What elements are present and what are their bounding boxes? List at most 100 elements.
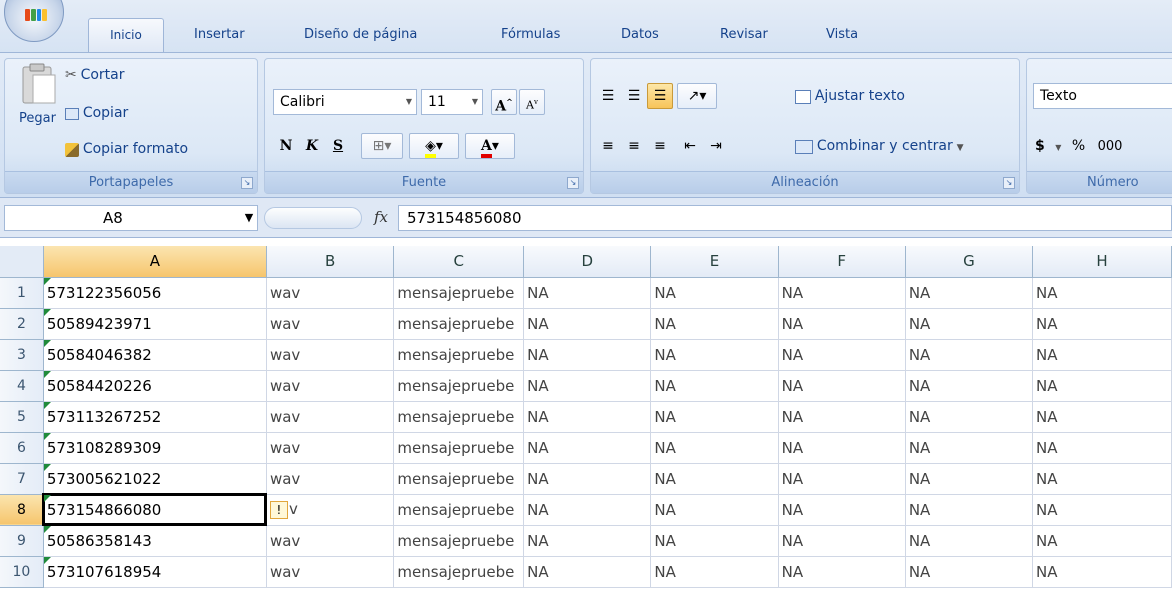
tab-revisar[interactable]: Revisar xyxy=(716,20,772,52)
cell-e[interactable]: NA xyxy=(650,463,779,495)
cell-b[interactable]: wav xyxy=(266,370,395,402)
cell-c[interactable]: mensajepruebe xyxy=(393,432,525,464)
cell-a[interactable]: 573108289309 xyxy=(43,432,267,464)
cell-g[interactable]: NA xyxy=(905,277,1034,309)
cell-b[interactable]: wav xyxy=(266,463,395,495)
cell-a[interactable]: 573005621022 xyxy=(43,463,267,495)
cell-h[interactable]: NA xyxy=(1032,401,1172,433)
column-header-f[interactable]: F xyxy=(778,246,906,278)
cell-f[interactable]: NA xyxy=(778,494,906,526)
cell-c[interactable]: mensajepruebe xyxy=(393,370,525,402)
shrink-font-button[interactable]: Av xyxy=(519,89,545,115)
cell-c[interactable]: mensajepruebe xyxy=(393,463,525,495)
cell-g[interactable]: NA xyxy=(905,432,1034,464)
cell-e[interactable]: NA xyxy=(650,556,779,588)
cell-d[interactable]: NA xyxy=(523,494,652,526)
cell-d[interactable]: NA xyxy=(523,432,652,464)
cell-h[interactable]: NA xyxy=(1032,308,1172,340)
row-header[interactable]: 3 xyxy=(0,339,44,371)
formula-input[interactable]: 573154856080 xyxy=(398,205,1172,231)
merge-center-button[interactable]: Combinar y centrar ▼ xyxy=(795,133,964,159)
column-header-d[interactable]: D xyxy=(523,246,652,278)
cell-d[interactable]: NA xyxy=(523,463,652,495)
column-header-e[interactable]: E xyxy=(650,246,779,278)
cell-e[interactable]: NA xyxy=(650,525,779,557)
format-painter-button[interactable]: Copiar formato xyxy=(65,141,188,165)
cell-g[interactable]: NA xyxy=(905,525,1034,557)
currency-button[interactable]: $ xyxy=(1035,138,1045,154)
percent-button[interactable]: % xyxy=(1072,138,1085,154)
cell-b[interactable]: wav xyxy=(266,556,395,588)
tab-insertar[interactable]: Insertar xyxy=(190,20,249,52)
cell-d[interactable]: NA xyxy=(523,339,652,371)
cell-f[interactable]: NA xyxy=(778,370,906,402)
align-top-button[interactable]: ☰ xyxy=(595,83,621,109)
alignment-launcher-icon[interactable]: ↘ xyxy=(1003,177,1015,189)
cell-d[interactable]: NA xyxy=(523,556,652,588)
cell-a[interactable]: 50584046382 xyxy=(43,339,267,371)
align-bottom-button[interactable]: ☰ xyxy=(647,83,673,109)
row-header[interactable]: 8 xyxy=(0,494,44,526)
align-middle-button[interactable]: ☰ xyxy=(621,83,647,109)
cell-h[interactable]: NA xyxy=(1032,432,1172,464)
tab-formulas[interactable]: Fórmulas xyxy=(497,20,564,52)
cell-b[interactable]: ! v xyxy=(266,494,395,526)
cell-f[interactable]: NA xyxy=(778,277,906,309)
select-all-corner[interactable] xyxy=(0,246,44,278)
column-header-b[interactable]: B xyxy=(266,246,395,278)
orientation-button[interactable]: ↗▾ xyxy=(677,83,717,109)
cell-b[interactable]: wav xyxy=(266,432,395,464)
name-box[interactable]: A8 xyxy=(4,205,258,231)
cell-c[interactable]: mensajepruebe xyxy=(393,277,525,309)
grow-font-button[interactable]: A^ xyxy=(491,89,517,115)
cell-a[interactable]: 50589423971 xyxy=(43,308,267,340)
cell-a[interactable]: 50584420226 xyxy=(43,370,267,402)
increase-indent-button[interactable]: ⇥ xyxy=(703,133,729,159)
cell-c[interactable]: mensajepruebe xyxy=(393,494,525,526)
cell-g[interactable]: NA xyxy=(905,370,1034,402)
cell-f[interactable]: NA xyxy=(778,463,906,495)
cell-h[interactable]: NA xyxy=(1032,463,1172,495)
cell-a[interactable]: 573122356056 xyxy=(43,277,267,309)
font-color-button[interactable]: A▾ xyxy=(465,133,515,159)
cell-f[interactable]: NA xyxy=(778,525,906,557)
align-left-button[interactable]: ≡ xyxy=(595,133,621,159)
wrap-text-button[interactable]: Ajustar texto xyxy=(795,83,905,109)
cell-a[interactable]: 573154866080 xyxy=(42,493,268,526)
decrease-indent-button[interactable]: ⇤ xyxy=(677,133,703,159)
cell-c[interactable]: mensajepruebe xyxy=(393,339,525,371)
error-warning-icon[interactable]: ! xyxy=(269,500,288,519)
font-launcher-icon[interactable]: ↘ xyxy=(567,177,579,189)
tab-diseno-pagina[interactable]: Diseño de página xyxy=(300,20,421,52)
tab-vista[interactable]: Vista xyxy=(822,20,862,52)
cell-e[interactable]: NA xyxy=(650,277,779,309)
cell-f[interactable]: NA xyxy=(778,401,906,433)
row-header[interactable]: 10 xyxy=(0,556,44,588)
cell-a[interactable]: 573113267252 xyxy=(43,401,267,433)
column-header-g[interactable]: G xyxy=(905,246,1034,278)
align-right-button[interactable]: ≡ xyxy=(647,133,673,159)
cell-f[interactable]: NA xyxy=(778,556,906,588)
cell-g[interactable]: NA xyxy=(905,556,1034,588)
cell-f[interactable]: NA xyxy=(778,308,906,340)
borders-button[interactable]: ⊞▾ xyxy=(361,133,403,159)
cell-b[interactable]: wav xyxy=(266,339,395,371)
cell-d[interactable]: NA xyxy=(523,277,652,309)
column-header-c[interactable]: C xyxy=(393,246,525,278)
cell-h[interactable]: NA xyxy=(1032,556,1172,588)
tab-datos[interactable]: Datos xyxy=(617,20,663,52)
cell-g[interactable]: NA xyxy=(905,308,1034,340)
cell-c[interactable]: mensajepruebe xyxy=(393,556,525,588)
cell-e[interactable]: NA xyxy=(650,401,779,433)
cell-c[interactable]: mensajepruebe xyxy=(393,525,525,557)
cell-d[interactable]: NA xyxy=(523,370,652,402)
font-name-select[interactable]: Calibri ▼ xyxy=(273,89,417,115)
cell-e[interactable]: NA xyxy=(650,308,779,340)
cell-h[interactable]: NA xyxy=(1032,339,1172,371)
cell-d[interactable]: NA xyxy=(523,401,652,433)
number-format-select[interactable]: Texto xyxy=(1033,83,1172,109)
fill-color-button[interactable]: ◈▾ xyxy=(409,133,459,159)
cell-b[interactable]: wav xyxy=(266,401,395,433)
name-box-dropdown-icon[interactable]: ▼ xyxy=(240,205,258,231)
cell-a[interactable]: 573107618954 xyxy=(43,556,267,588)
